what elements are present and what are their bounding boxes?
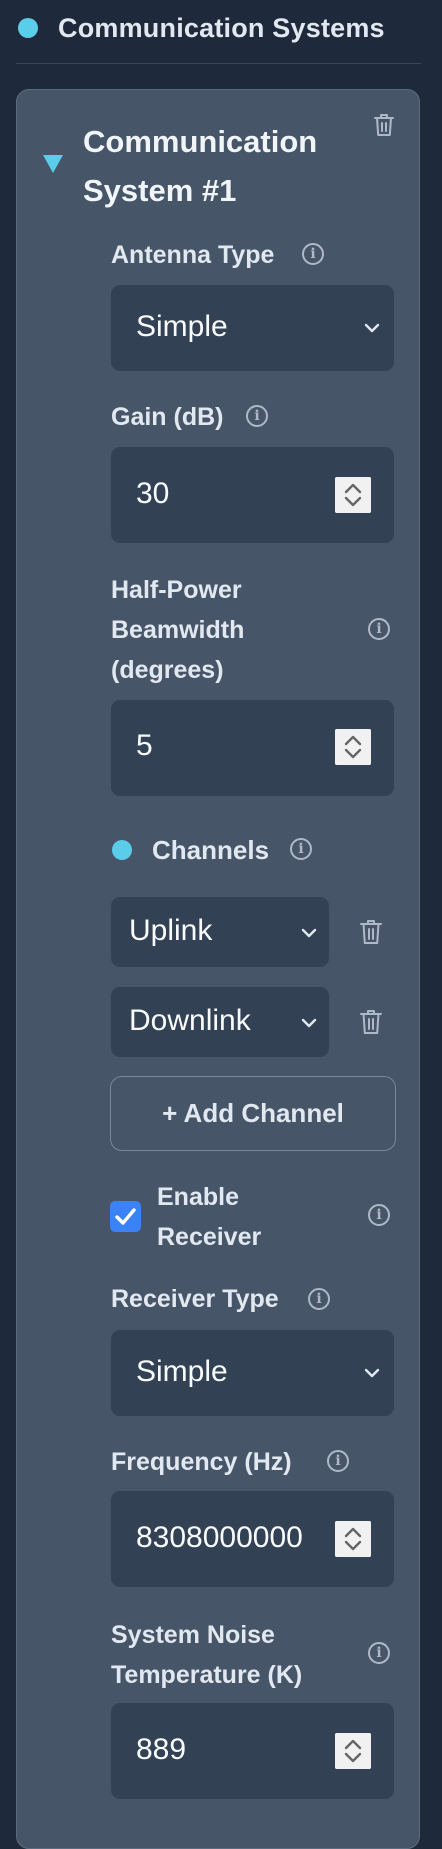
info-icon[interactable]: i <box>368 618 390 640</box>
channel-select-uplink[interactable]: Uplink <box>111 897 329 967</box>
chevron-down-icon <box>301 1018 317 1028</box>
receiver-type-label: Receiver Type <box>111 1285 279 1313</box>
noise-temp-label-line-1: System Noise <box>111 1621 275 1649</box>
section-title: Communication Systems <box>58 12 385 43</box>
info-icon[interactable]: i <box>290 838 312 860</box>
chevron-down-icon <box>301 928 317 938</box>
gain-value: 30 <box>136 477 170 510</box>
chevron-down-icon <box>364 1368 380 1378</box>
spinner-icon[interactable] <box>335 1521 371 1557</box>
beamwidth-value: 5 <box>136 729 153 762</box>
noise-temp-input[interactable]: 889 <box>111 1703 394 1799</box>
section-dot <box>18 18 38 38</box>
channel-value: Downlink <box>129 1004 251 1037</box>
enable-receiver-checkbox[interactable] <box>110 1201 141 1232</box>
spinner-icon[interactable] <box>335 1733 371 1769</box>
enable-receiver-label-line-2: Receiver <box>157 1223 262 1251</box>
section-divider <box>16 63 421 64</box>
receiver-type-value: Simple <box>136 1355 228 1388</box>
receiver-type-select[interactable]: Simple <box>111 1330 394 1416</box>
frequency-label: Frequency (Hz) <box>111 1448 292 1476</box>
channels-label: Channels <box>152 835 270 865</box>
add-channel-button[interactable]: + Add Channel <box>110 1076 396 1151</box>
info-icon[interactable]: i <box>302 243 324 265</box>
spinner-icon[interactable] <box>335 477 371 513</box>
antenna-type-select[interactable]: Simple <box>111 285 394 371</box>
noise-temp-value: 889 <box>136 1733 187 1766</box>
trash-icon[interactable] <box>359 918 383 946</box>
chevron-down-icon <box>364 323 380 333</box>
info-icon[interactable]: i <box>246 405 268 427</box>
frequency-value: 8308000000 <box>136 1521 303 1554</box>
enable-receiver-label-line-1: Enable <box>157 1183 239 1211</box>
caret-down-icon[interactable] <box>42 152 64 174</box>
info-icon[interactable]: i <box>327 1450 349 1472</box>
antenna-type-label: Antenna Type <box>111 241 275 269</box>
beamwidth-label-line-1: Half-Power <box>111 576 242 604</box>
beamwidth-input[interactable]: 5 <box>111 700 394 796</box>
system-title: Communication System #1 <box>83 124 318 208</box>
info-icon[interactable]: i <box>368 1642 390 1664</box>
frequency-input[interactable]: 8308000000 <box>111 1491 394 1587</box>
beamwidth-label-line-3: (degrees) <box>111 656 224 684</box>
info-icon[interactable]: i <box>308 1288 330 1310</box>
spinner-icon[interactable] <box>335 729 371 765</box>
antenna-type-value: Simple <box>136 310 228 343</box>
beamwidth-label-line-2: Beamwidth <box>111 616 245 644</box>
channel-value: Uplink <box>129 914 213 947</box>
gain-input[interactable]: 30 <box>111 447 394 543</box>
trash-icon[interactable] <box>359 1008 383 1036</box>
channel-select-downlink[interactable]: Downlink <box>111 987 329 1057</box>
section-header: Communication Systems <box>18 10 385 46</box>
noise-temp-label-line-2: Temperature (K) <box>111 1661 303 1689</box>
trash-icon[interactable] <box>372 112 396 138</box>
checkmark-icon <box>115 1208 136 1225</box>
info-icon[interactable]: i <box>368 1204 390 1226</box>
channels-dot <box>112 840 132 860</box>
gain-label: Gain (dB) <box>111 403 224 431</box>
